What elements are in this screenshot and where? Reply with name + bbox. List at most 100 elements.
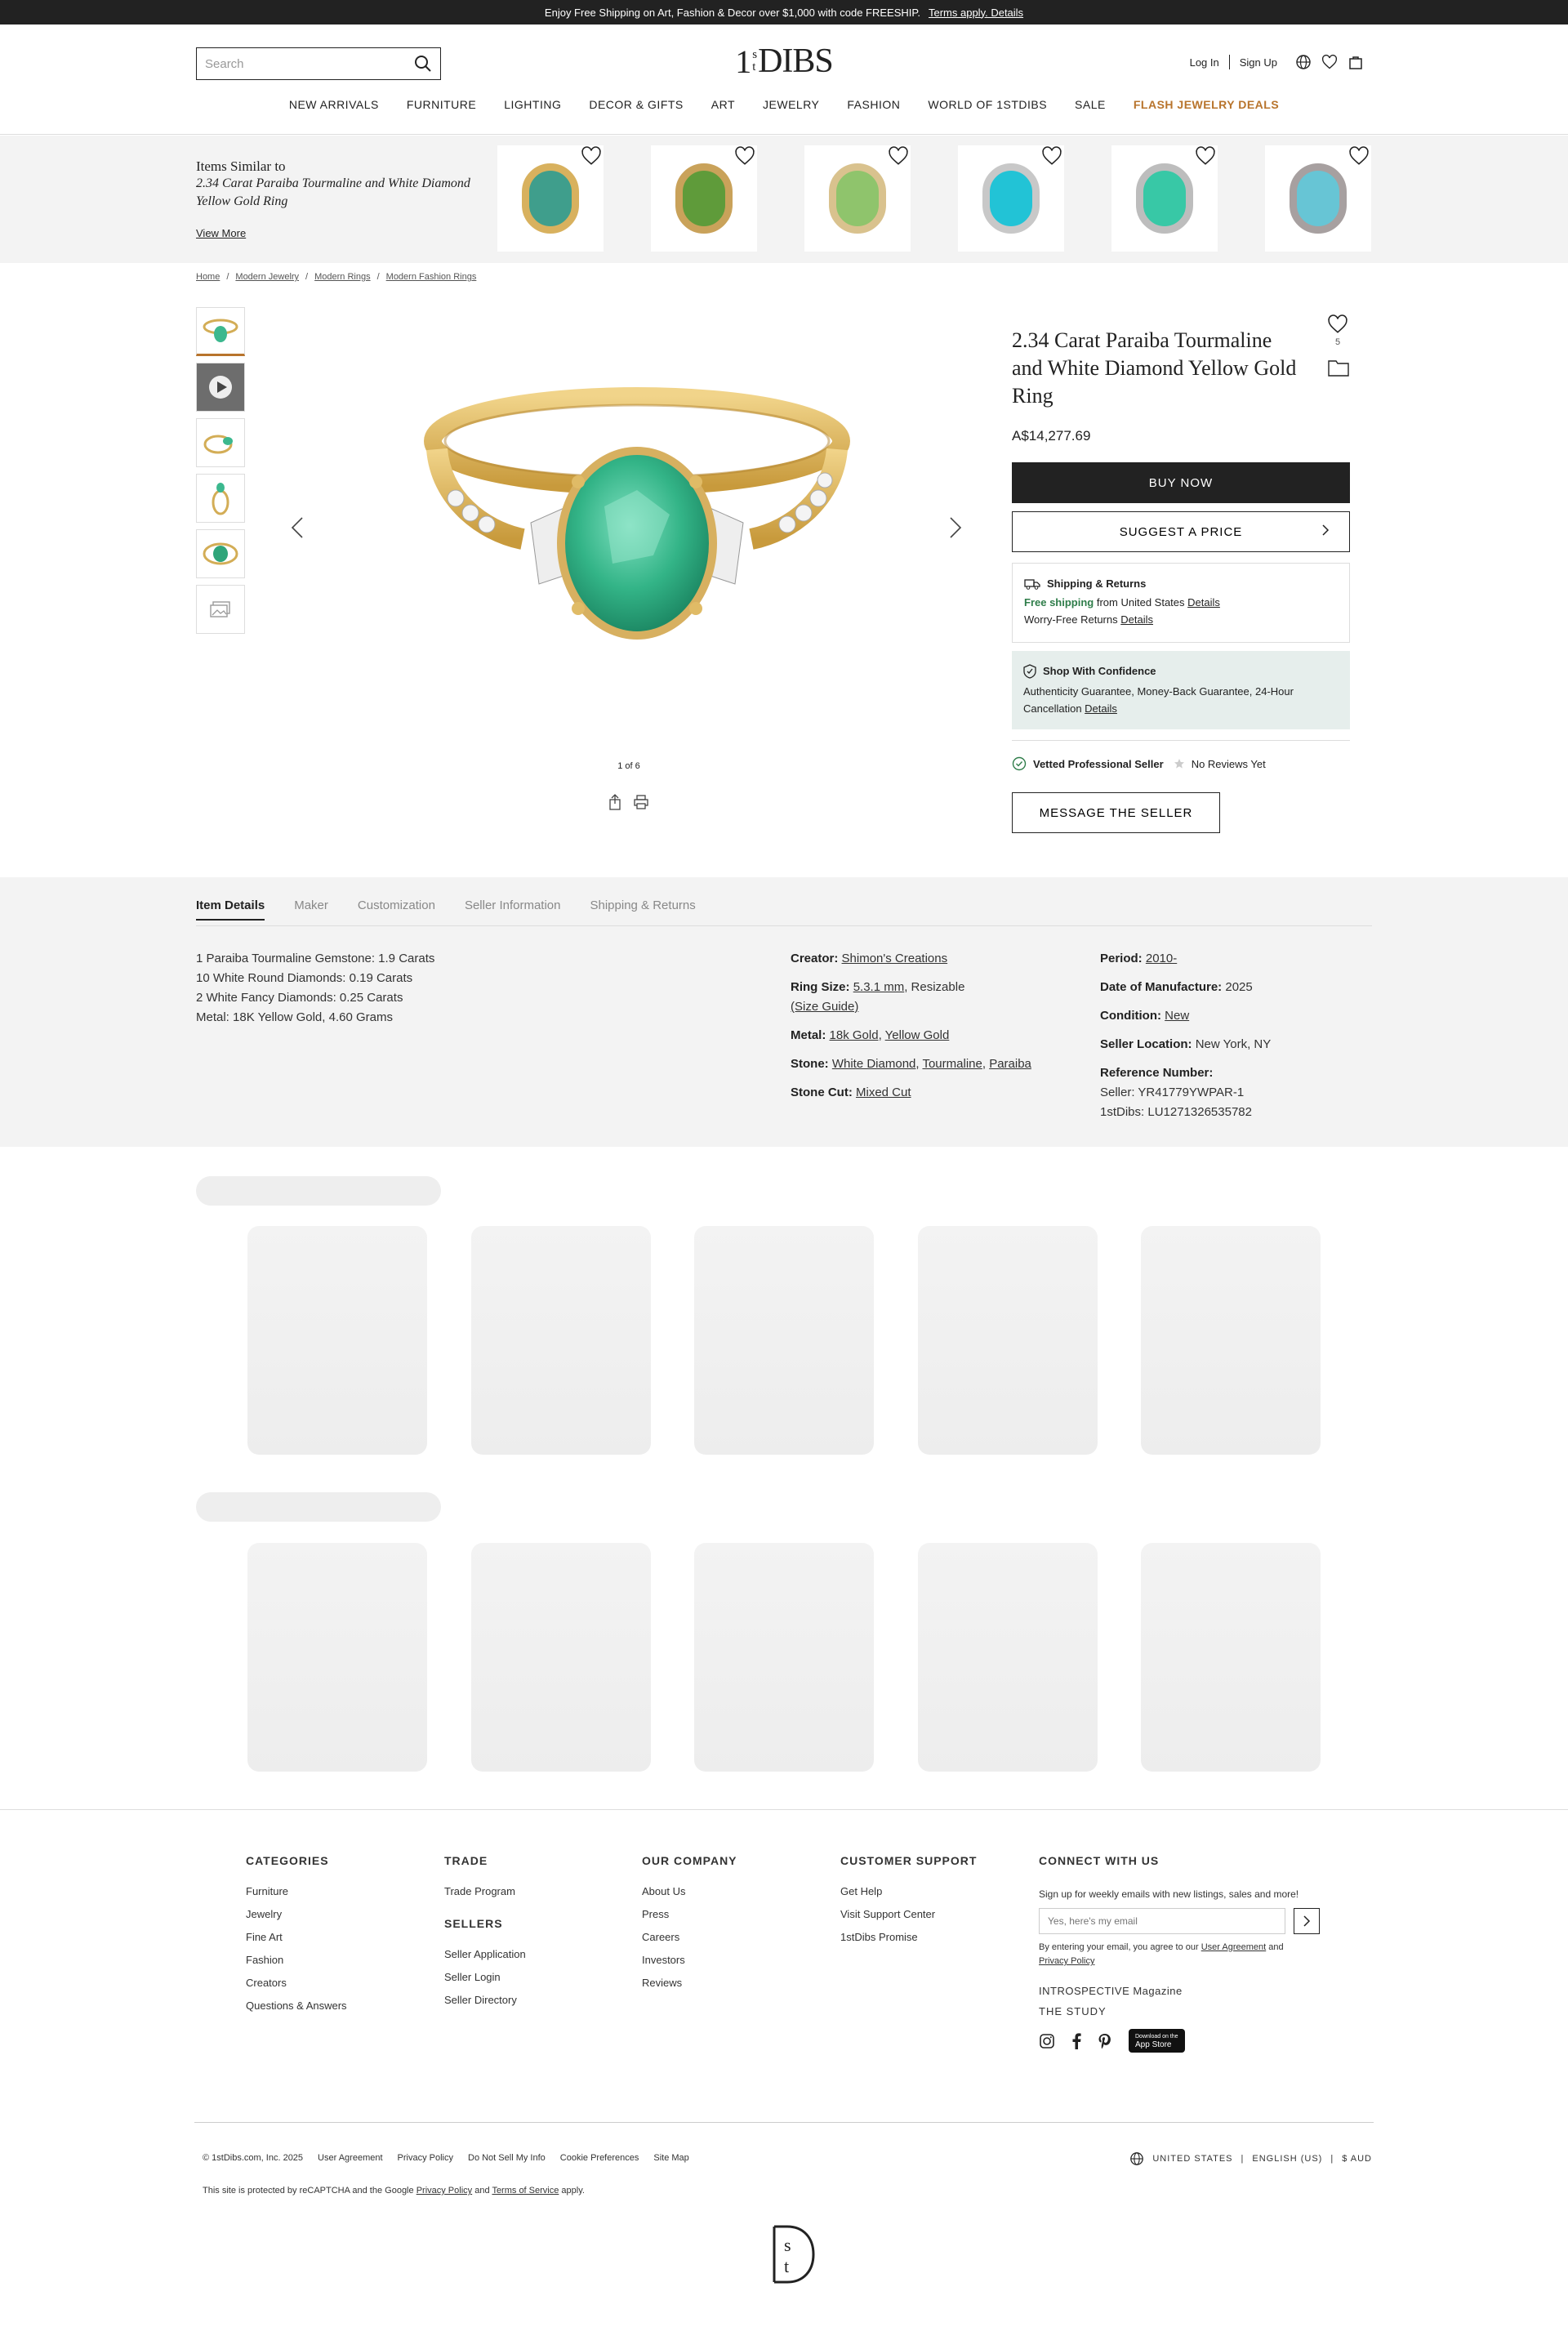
returns-details-link[interactable]: Details xyxy=(1120,613,1153,626)
stone-link[interactable]: Paraiba xyxy=(989,1057,1031,1071)
submit-email-button[interactable] xyxy=(1294,1908,1320,1934)
heart-icon[interactable] xyxy=(1195,145,1216,171)
app-store-badge[interactable]: Download on the App Store xyxy=(1129,2029,1185,2053)
size-guide-link[interactable]: (Size Guide) xyxy=(791,1000,858,1014)
stone-cut-link[interactable]: Mixed Cut xyxy=(856,1086,911,1099)
footer-link[interactable]: Reviews xyxy=(642,1977,737,1989)
gallery-thumbnail[interactable] xyxy=(196,307,245,356)
login-link[interactable]: Log In xyxy=(1190,56,1219,69)
footer-link[interactable]: Visit Support Center xyxy=(840,1908,977,1920)
heart-icon[interactable] xyxy=(1327,314,1348,335)
locale-country[interactable]: UNITED STATES xyxy=(1152,2154,1232,2164)
stone-link[interactable]: White Diamond xyxy=(832,1057,916,1071)
similar-item-card[interactable] xyxy=(497,145,604,252)
facebook-icon[interactable] xyxy=(1071,2032,1081,2049)
footer-link[interactable]: Questions & Answers xyxy=(246,1999,347,2012)
locale-language[interactable]: ENGLISH (US) xyxy=(1252,2154,1322,2164)
legal-link[interactable]: Site Map xyxy=(653,2153,688,2163)
footer-link[interactable]: Fine Art xyxy=(246,1931,347,1943)
nav-flash-jewelry-deals[interactable]: FLASH JEWELRY DEALS xyxy=(1134,98,1279,111)
heart-icon[interactable] xyxy=(888,145,909,171)
shipping-details-link[interactable]: Details xyxy=(1187,596,1220,609)
similar-item-card[interactable] xyxy=(651,145,757,252)
gallery-thumbnail[interactable] xyxy=(196,474,245,523)
breadcrumb-modern-fashion-rings[interactable]: Modern Fashion Rings xyxy=(386,272,477,282)
chevron-left-icon[interactable] xyxy=(291,516,304,539)
creator-link[interactable]: Shimon's Creations xyxy=(842,952,948,965)
locale-selector[interactable]: UNITED STATES | ENGLISH (US) | $ AUD xyxy=(1129,2151,1372,2166)
search-icon[interactable] xyxy=(414,55,432,73)
instagram-icon[interactable] xyxy=(1039,2033,1055,2049)
footer-link[interactable]: Press xyxy=(642,1908,737,1920)
tab-seller-information[interactable]: Seller Information xyxy=(465,898,561,921)
footer-link[interactable]: Seller Directory xyxy=(444,1994,526,2006)
condition-link[interactable]: New xyxy=(1165,1009,1189,1023)
shopping-bag-icon[interactable] xyxy=(1348,54,1364,70)
recaptcha-terms-link[interactable]: Terms of Service xyxy=(492,2186,559,2196)
footer-link[interactable]: 1stDibs Promise xyxy=(840,1931,977,1943)
metal-link[interactable]: Yellow Gold xyxy=(885,1028,950,1042)
footer-link[interactable]: Fashion xyxy=(246,1954,347,1966)
footer-logo[interactable]: s t xyxy=(751,2222,817,2287)
similar-item-card[interactable] xyxy=(958,145,1064,252)
heart-icon[interactable] xyxy=(1041,145,1062,171)
nav-art[interactable]: ART xyxy=(711,98,735,111)
recaptcha-privacy-link[interactable]: Privacy Policy xyxy=(416,2186,472,2196)
nav-jewelry[interactable]: JEWELRY xyxy=(763,98,819,111)
metal-link[interactable]: 18k Gold xyxy=(830,1028,879,1042)
nav-new-arrivals[interactable]: NEW ARRIVALS xyxy=(289,98,379,111)
gallery-more-thumbnail[interactable] xyxy=(196,585,245,634)
breadcrumb-modern-rings[interactable]: Modern Rings xyxy=(314,272,370,282)
breadcrumb-modern-jewelry[interactable]: Modern Jewelry xyxy=(235,272,299,282)
similar-item-card[interactable] xyxy=(1111,145,1218,252)
breadcrumb-home[interactable]: Home xyxy=(196,272,220,282)
nav-furniture[interactable]: FURNITURE xyxy=(407,98,476,111)
magazine-link[interactable]: INTROSPECTIVE Magazine xyxy=(1039,1985,1333,1997)
nav-lighting[interactable]: LIGHTING xyxy=(504,98,561,111)
promo-terms-link[interactable]: Terms apply. Details xyxy=(929,7,1023,19)
user-agreement-link[interactable]: User Agreement xyxy=(1201,1942,1266,1952)
locale-currency[interactable]: $ AUD xyxy=(1342,2154,1372,2164)
footer-link[interactable]: Trade Program xyxy=(444,1885,526,1897)
message-seller-button[interactable]: MESSAGE THE SELLER xyxy=(1012,792,1220,833)
pinterest-icon[interactable] xyxy=(1098,2033,1112,2049)
heart-icon[interactable] xyxy=(1348,145,1370,171)
favorite-button[interactable]: 5 xyxy=(1327,314,1348,347)
nav-decor-gifts[interactable]: DECOR & GIFTS xyxy=(589,98,683,111)
signup-link[interactable]: Sign Up xyxy=(1240,56,1277,69)
tab-item-details[interactable]: Item Details xyxy=(196,898,265,921)
search-input[interactable] xyxy=(205,56,401,71)
heart-icon[interactable] xyxy=(1321,54,1338,70)
buy-now-button[interactable]: BUY NOW xyxy=(1012,462,1350,503)
nav-world-of-1stdibs[interactable]: WORLD OF 1STDIBS xyxy=(928,98,1047,111)
footer-link[interactable]: Seller Login xyxy=(444,1971,526,1983)
ring-size-link[interactable]: 5.3.1 mm xyxy=(853,980,905,994)
product-main-image[interactable] xyxy=(392,376,882,686)
gallery-video-thumbnail[interactable] xyxy=(196,363,245,412)
legal-link[interactable]: Cookie Preferences xyxy=(560,2153,639,2163)
print-icon[interactable] xyxy=(633,794,649,810)
legal-link[interactable]: Do Not Sell My Info xyxy=(468,2153,546,2163)
footer-link[interactable]: Get Help xyxy=(840,1885,977,1897)
site-logo[interactable]: 1 st DIBS xyxy=(731,42,837,80)
heart-icon[interactable] xyxy=(734,145,755,171)
the-study-link[interactable]: THE STUDY xyxy=(1039,2005,1333,2017)
footer-link[interactable]: About Us xyxy=(642,1885,737,1897)
footer-link[interactable]: Seller Application xyxy=(444,1948,526,1960)
search-box[interactable] xyxy=(196,47,441,80)
legal-link[interactable]: User Agreement xyxy=(318,2153,382,2163)
gallery-thumbnail[interactable] xyxy=(196,418,245,467)
similar-item-card[interactable] xyxy=(804,145,911,252)
globe-icon[interactable] xyxy=(1295,54,1312,70)
confidence-details-link[interactable]: Details xyxy=(1085,702,1117,715)
nav-fashion[interactable]: FASHION xyxy=(847,98,900,111)
nav-sale[interactable]: SALE xyxy=(1075,98,1106,111)
similar-item-card[interactable] xyxy=(1265,145,1371,252)
tab-maker[interactable]: Maker xyxy=(294,898,328,921)
footer-link[interactable]: Jewelry xyxy=(246,1908,347,1920)
stone-link[interactable]: Tourmaline xyxy=(922,1057,982,1071)
privacy-policy-link[interactable]: Privacy Policy xyxy=(1039,1956,1094,1966)
share-icon[interactable] xyxy=(608,794,621,810)
email-field[interactable] xyxy=(1039,1908,1285,1934)
tab-customization[interactable]: Customization xyxy=(358,898,435,921)
